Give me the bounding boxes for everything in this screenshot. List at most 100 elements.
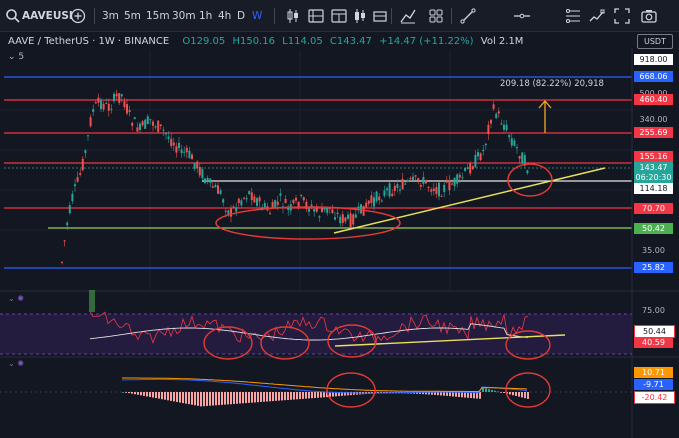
candle-body	[178, 142, 180, 148]
candle-body	[409, 177, 412, 179]
currency-selector[interactable]: USDT	[637, 34, 673, 49]
macd-histogram-bar	[143, 392, 145, 396]
candle-body	[201, 169, 204, 179]
macd-histogram-bar	[521, 392, 523, 398]
candle-body	[92, 109, 95, 112]
candle-body	[516, 147, 518, 149]
macd-histogram-bar	[314, 392, 316, 398]
candle-body	[321, 207, 323, 213]
candle-body	[245, 198, 248, 200]
candle-body	[471, 166, 474, 170]
macd-histogram-bar	[131, 392, 133, 394]
macd-histogram-bar	[278, 392, 280, 401]
macd-histogram-bar	[296, 392, 298, 400]
candle-body	[240, 200, 243, 206]
candle-body	[209, 178, 212, 183]
chart-canvas[interactable]	[0, 0, 679, 438]
candle-body	[503, 124, 505, 130]
candle-body	[61, 261, 63, 263]
settings-icon[interactable]: ✺	[17, 359, 24, 368]
price-label-460: 460.40	[634, 94, 673, 105]
macd-histogram-bar	[155, 392, 157, 399]
macd-histogram-bar	[266, 392, 268, 402]
volume-spike	[89, 290, 95, 312]
candle-body	[412, 176, 414, 180]
macd-histogram-bar	[320, 392, 322, 398]
sub-indicator-toggle[interactable]: ⌄ 5	[8, 52, 24, 62]
candle-body	[87, 135, 89, 137]
candle-body	[313, 208, 316, 212]
candle-body	[154, 126, 157, 128]
candle-body	[401, 178, 404, 190]
rsi-pane-header[interactable]: ⌄ ✺	[8, 294, 24, 303]
candle-body	[336, 212, 339, 215]
candle-body	[146, 116, 149, 124]
macd-histogram-bar	[173, 392, 175, 402]
candle-body	[71, 193, 74, 202]
macd-histogram-bar	[185, 392, 187, 404]
macd-histogram-bar	[257, 392, 259, 403]
macd-histogram-bar	[275, 392, 277, 401]
candle-body	[165, 132, 167, 135]
macd-histogram-bar	[308, 392, 310, 399]
candle-body	[94, 102, 97, 104]
candle-body	[144, 119, 147, 129]
sub-indicator-label: 5	[18, 52, 25, 62]
macd-histogram-bar	[134, 392, 136, 395]
macd-histogram-bar	[458, 392, 460, 398]
candle-body	[458, 174, 461, 178]
price-label-50: 50.42	[634, 223, 673, 234]
macd-histogram-bar	[188, 392, 190, 405]
candle-body	[474, 154, 477, 168]
candle-body	[211, 186, 214, 188]
macd-pane-header[interactable]: ⌄ ✺	[8, 359, 24, 368]
candle-body	[152, 121, 154, 126]
macd-histogram-bar	[494, 390, 496, 392]
candle-body	[495, 113, 498, 119]
candle-body	[167, 136, 170, 139]
candle-body	[180, 149, 183, 154]
macd-histogram-bar	[164, 392, 166, 400]
candle-body	[508, 134, 511, 138]
price-label-70: 70.70	[634, 203, 673, 214]
candle-body	[339, 216, 342, 224]
candle-body	[399, 189, 401, 191]
candle-body	[214, 184, 217, 188]
candle-body	[120, 94, 123, 97]
macd-histogram-bar	[146, 392, 148, 397]
price-label-255: 255.69	[634, 127, 673, 138]
highlight-ellipse-current	[507, 163, 553, 197]
candle-body	[464, 168, 466, 171]
candle-body	[217, 185, 219, 194]
candle-body	[404, 183, 407, 185]
candle-body	[224, 210, 227, 212]
candle-body	[258, 197, 261, 202]
macd-histogram-bar	[167, 392, 169, 401]
macd-histogram-bar	[512, 392, 514, 396]
candle-body	[425, 180, 427, 184]
candle-body	[128, 110, 131, 113]
candle-body	[84, 150, 87, 154]
candle-body	[323, 208, 326, 210]
candle-body	[248, 191, 251, 195]
candle-body	[373, 197, 375, 207]
candle-body	[383, 190, 386, 196]
candle-body	[391, 193, 394, 196]
legend-open: O129.05	[182, 36, 226, 47]
macd-histogram-bar	[239, 392, 241, 404]
legend-title[interactable]: AAVE / TetherUS · 1W · BINANCE	[8, 36, 169, 47]
candle-body	[68, 205, 71, 214]
candle-body	[191, 154, 193, 160]
settings-icon[interactable]: ✺	[17, 294, 24, 303]
candle-body	[136, 127, 139, 132]
candle-body	[170, 138, 173, 146]
candle-body	[500, 123, 503, 125]
macd-histogram-bar	[299, 392, 301, 400]
macd-histogram-bar	[149, 392, 151, 397]
candle-body	[352, 214, 355, 225]
macd-histogram-bar	[209, 392, 211, 406]
candle-body	[157, 120, 160, 132]
macd-histogram-bar	[497, 391, 499, 393]
candle-body	[206, 177, 209, 182]
macd-histogram-bar	[455, 392, 457, 397]
